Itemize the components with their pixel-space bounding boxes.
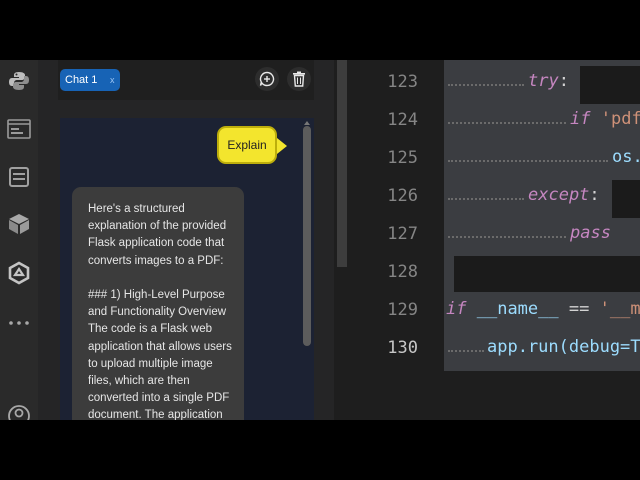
chat-panel: Chat 1 x Explain Here's a structured exp… xyxy=(38,60,334,420)
close-tab-icon[interactable]: x xyxy=(110,69,115,91)
line-number: 128 xyxy=(387,262,418,282)
assistant-message-text: Here's a structured explanation of the p… xyxy=(88,203,232,420)
trash-icon xyxy=(293,71,305,87)
line-number: 129 xyxy=(387,300,418,320)
more-icon[interactable] xyxy=(6,310,32,336)
code-occlusion xyxy=(454,256,640,292)
line-number: 126 xyxy=(387,186,418,206)
chat-tab-bar: Chat 1 x xyxy=(58,60,314,100)
chat-scrollbar[interactable] xyxy=(303,126,311,346)
chat-tab[interactable]: Chat 1 x xyxy=(60,69,120,91)
python-icon[interactable] xyxy=(6,68,32,94)
assistant-message: Here's a structured explanation of the p… xyxy=(72,187,244,420)
code-occlusion xyxy=(612,180,640,218)
delete-chat-button[interactable] xyxy=(287,67,311,91)
settings-hex-icon[interactable] xyxy=(6,260,32,286)
scroll-up-arrow[interactable] xyxy=(304,121,310,125)
app-window: Chat 1 x Explain Here's a structured exp… xyxy=(0,60,640,420)
code-line-127: pass xyxy=(570,223,611,243)
code-line-126: except: xyxy=(528,185,600,205)
user-message: Explain xyxy=(217,126,277,164)
indent-guide xyxy=(448,236,566,239)
indent-guide xyxy=(448,198,524,201)
activity-bar xyxy=(0,60,39,420)
indent-guide xyxy=(448,160,608,163)
code-line-129: if __name__ == '__m xyxy=(446,299,640,319)
line-number: 127 xyxy=(387,224,418,244)
line-number: 123 xyxy=(387,72,418,92)
divider-scrollbar[interactable] xyxy=(337,60,347,267)
indent-guide xyxy=(448,350,484,353)
code-line-123: try: xyxy=(528,71,569,91)
account-icon[interactable] xyxy=(6,403,32,420)
new-chat-button[interactable] xyxy=(255,67,279,91)
code-occlusion xyxy=(580,66,640,104)
chat-tab-label: Chat 1 xyxy=(65,74,98,86)
code-line-125: os. xyxy=(612,147,640,167)
terminal-icon[interactable] xyxy=(6,116,32,142)
selection-highlight xyxy=(444,60,640,371)
user-message-tail xyxy=(277,138,287,154)
line-number: 124 xyxy=(387,110,418,130)
indent-guide xyxy=(448,122,566,125)
code-editor[interactable]: 123 124 125 126 127 128 129 130 try: if … xyxy=(348,60,640,420)
code-line-124: if 'pdf xyxy=(570,109,640,129)
code-line-130: app.run(debug=T xyxy=(487,337,640,357)
package-icon[interactable] xyxy=(6,211,32,237)
window-icon[interactable] xyxy=(6,164,32,190)
new-chat-icon xyxy=(259,71,275,87)
line-number-active: 130 xyxy=(387,338,418,358)
line-number: 125 xyxy=(387,148,418,168)
indent-guide xyxy=(448,84,524,87)
